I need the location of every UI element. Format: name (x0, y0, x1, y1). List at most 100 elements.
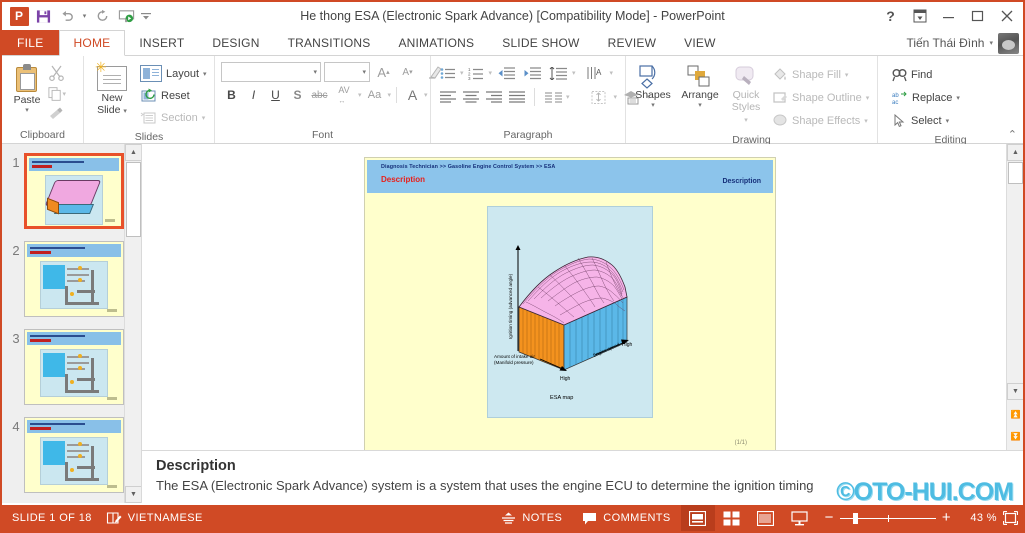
align-center-icon[interactable] (460, 87, 481, 107)
select-button[interactable]: Select ▾ (888, 110, 964, 131)
reset-button[interactable]: Reset (136, 85, 211, 106)
help-icon[interactable]: ? (876, 3, 905, 29)
avatar[interactable] (998, 32, 1019, 54)
thumbnail-item-1[interactable]: 1 (2, 150, 141, 238)
account-area[interactable]: Tiến Thái Đình ▾ (906, 30, 1019, 56)
new-slide-button[interactable]: ✳ New Slide ▾ (88, 60, 136, 120)
increase-indent-icon[interactable] (520, 63, 544, 83)
customize-quick-access-toolbar-icon[interactable] (139, 5, 153, 27)
redo-icon[interactable] (91, 5, 113, 27)
slide-scrollbar[interactable]: ▲ ▼ ⏫ ⏬ (1006, 144, 1023, 450)
tab-design[interactable]: DESIGN (198, 30, 273, 55)
align-text-icon[interactable] (586, 87, 612, 107)
thumbnail-scrollbar-thumb[interactable] (126, 162, 141, 237)
slide-thumbnail[interactable] (24, 153, 124, 229)
previous-slide-button[interactable]: ⏫ (1007, 404, 1023, 424)
align-left-icon[interactable] (437, 87, 458, 107)
tab-review[interactable]: REVIEW (594, 30, 671, 55)
notes-pane[interactable]: Description The ESA (Electronic Spark Ad… (142, 450, 1023, 503)
thumbnail-item-3[interactable]: 3 (2, 326, 141, 414)
normal-view-button[interactable] (680, 505, 715, 531)
undo-icon[interactable] (56, 5, 78, 27)
slide-scroll-up-button[interactable]: ▲ (1007, 144, 1023, 161)
paste-dropdown-icon[interactable]: ▾ (25, 106, 29, 114)
language-indicator[interactable]: VIETNAMESE (126, 505, 213, 531)
slide-thumbnail[interactable] (24, 241, 124, 317)
collapse-ribbon-icon[interactable]: ⌃ (1008, 128, 1017, 141)
reading-view-button[interactable] (749, 505, 783, 531)
thumbnail-scroll-down-button[interactable]: ▼ (125, 486, 141, 503)
save-icon[interactable] (32, 5, 54, 27)
font-name-input[interactable]: ▾ (221, 62, 321, 82)
next-slide-button[interactable]: ⏬ (1007, 426, 1023, 446)
powerpoint-logo-icon[interactable]: P (8, 5, 30, 27)
font-size-input[interactable]: ▾ (324, 62, 370, 82)
quick-styles-button[interactable]: Quick Styles ▾ (724, 61, 768, 129)
thumbnail-scroll-up-button[interactable]: ▲ (125, 144, 141, 161)
align-right-icon[interactable] (483, 87, 504, 107)
numbering-icon[interactable]: 123 (466, 63, 487, 83)
line-spacing-icon[interactable] (546, 63, 570, 83)
layout-button[interactable]: Layout ▾ (136, 63, 211, 84)
comments-button[interactable]: COMMENTS (572, 505, 680, 531)
character-spacing-button[interactable]: AV ↔ (331, 85, 357, 105)
italic-button[interactable]: I (243, 85, 264, 105)
slide-show-button[interactable] (783, 505, 817, 531)
thumbnail-item-2[interactable]: 2 (2, 238, 141, 326)
current-slide[interactable]: Diagnosis Technician >> Gasoline Engine … (364, 157, 776, 467)
esa-map-chart[interactable]: Ignition timing (advanced angle) Amount … (487, 206, 653, 418)
thumbnail-scrollbar[interactable]: ▲ ▼ (124, 144, 141, 503)
slide-scroll-down-button[interactable]: ▼ (1007, 383, 1023, 400)
zoom-track[interactable] (839, 512, 936, 524)
shape-fill-button[interactable]: Shape Fill ▾ (768, 64, 873, 85)
tab-slide-show[interactable]: SLIDE SHOW (488, 30, 593, 55)
fit-slide-to-window-button[interactable] (997, 505, 1023, 531)
bullets-icon[interactable] (437, 63, 458, 83)
columns-icon[interactable] (542, 87, 564, 107)
zoom-slider[interactable]: − + (817, 505, 959, 531)
arrange-dropdown-icon[interactable]: ▾ (698, 101, 702, 109)
ribbon-display-options-icon[interactable] (905, 3, 934, 29)
new-slide-dropdown-icon[interactable]: ▾ (123, 108, 127, 115)
shapes-button[interactable]: Shapes ▾ (630, 61, 676, 111)
restore-icon[interactable] (963, 3, 992, 29)
tab-animations[interactable]: ANIMATIONS (384, 30, 488, 55)
tab-file[interactable]: FILE (2, 30, 59, 55)
start-from-beginning-icon[interactable] (115, 5, 137, 27)
zoom-in-button[interactable]: + (942, 510, 951, 525)
shape-outline-button[interactable]: Shape Outline ▾ (768, 87, 873, 108)
find-button[interactable]: Find (888, 64, 964, 85)
font-color-button[interactable]: A (402, 85, 423, 105)
slide-sorter-view-button[interactable] (715, 505, 749, 531)
format-painter-icon[interactable] (48, 106, 66, 124)
strikethrough-button[interactable]: abc (309, 85, 330, 105)
minimize-icon[interactable] (934, 3, 963, 29)
tab-insert[interactable]: INSERT (125, 30, 198, 55)
notes-button[interactable]: NOTES (491, 505, 572, 531)
arrange-button[interactable]: Arrange ▾ (676, 61, 724, 111)
slide-scrollbar-thumb[interactable] (1008, 162, 1023, 184)
undo-dropdown-icon[interactable]: ▾ (80, 5, 89, 27)
decrease-indent-icon[interactable] (494, 63, 518, 83)
increase-font-size-button[interactable]: A ▴ (373, 62, 394, 82)
paste-button[interactable]: Paste ▾ (6, 60, 48, 116)
bold-button[interactable]: B (221, 85, 242, 105)
text-shadow-button[interactable]: S (287, 85, 308, 105)
tab-home[interactable]: HOME (58, 30, 126, 56)
section-button[interactable]: Section ▾ (136, 107, 211, 128)
tab-view[interactable]: VIEW (670, 30, 729, 55)
justify-icon[interactable] (506, 87, 527, 107)
zoom-level[interactable]: 43 % (959, 512, 997, 524)
replace-button[interactable]: ab ac Replace ▾ (888, 87, 964, 108)
zoom-out-button[interactable]: − (825, 510, 834, 525)
shapes-dropdown-icon[interactable]: ▾ (651, 101, 655, 109)
close-icon[interactable] (992, 3, 1021, 29)
zoom-handle[interactable] (852, 512, 858, 524)
copy-icon[interactable]: ▾ (48, 85, 66, 103)
decrease-font-size-button[interactable]: A ▾ (397, 62, 418, 82)
tab-transitions[interactable]: TRANSITIONS (274, 30, 385, 55)
slide-thumbnail[interactable] (24, 417, 124, 493)
thumbnail-item-4[interactable]: 4 (2, 414, 141, 502)
shape-effects-button[interactable]: Shape Effects ▾ (768, 110, 873, 131)
underline-button[interactable]: U (265, 85, 286, 105)
